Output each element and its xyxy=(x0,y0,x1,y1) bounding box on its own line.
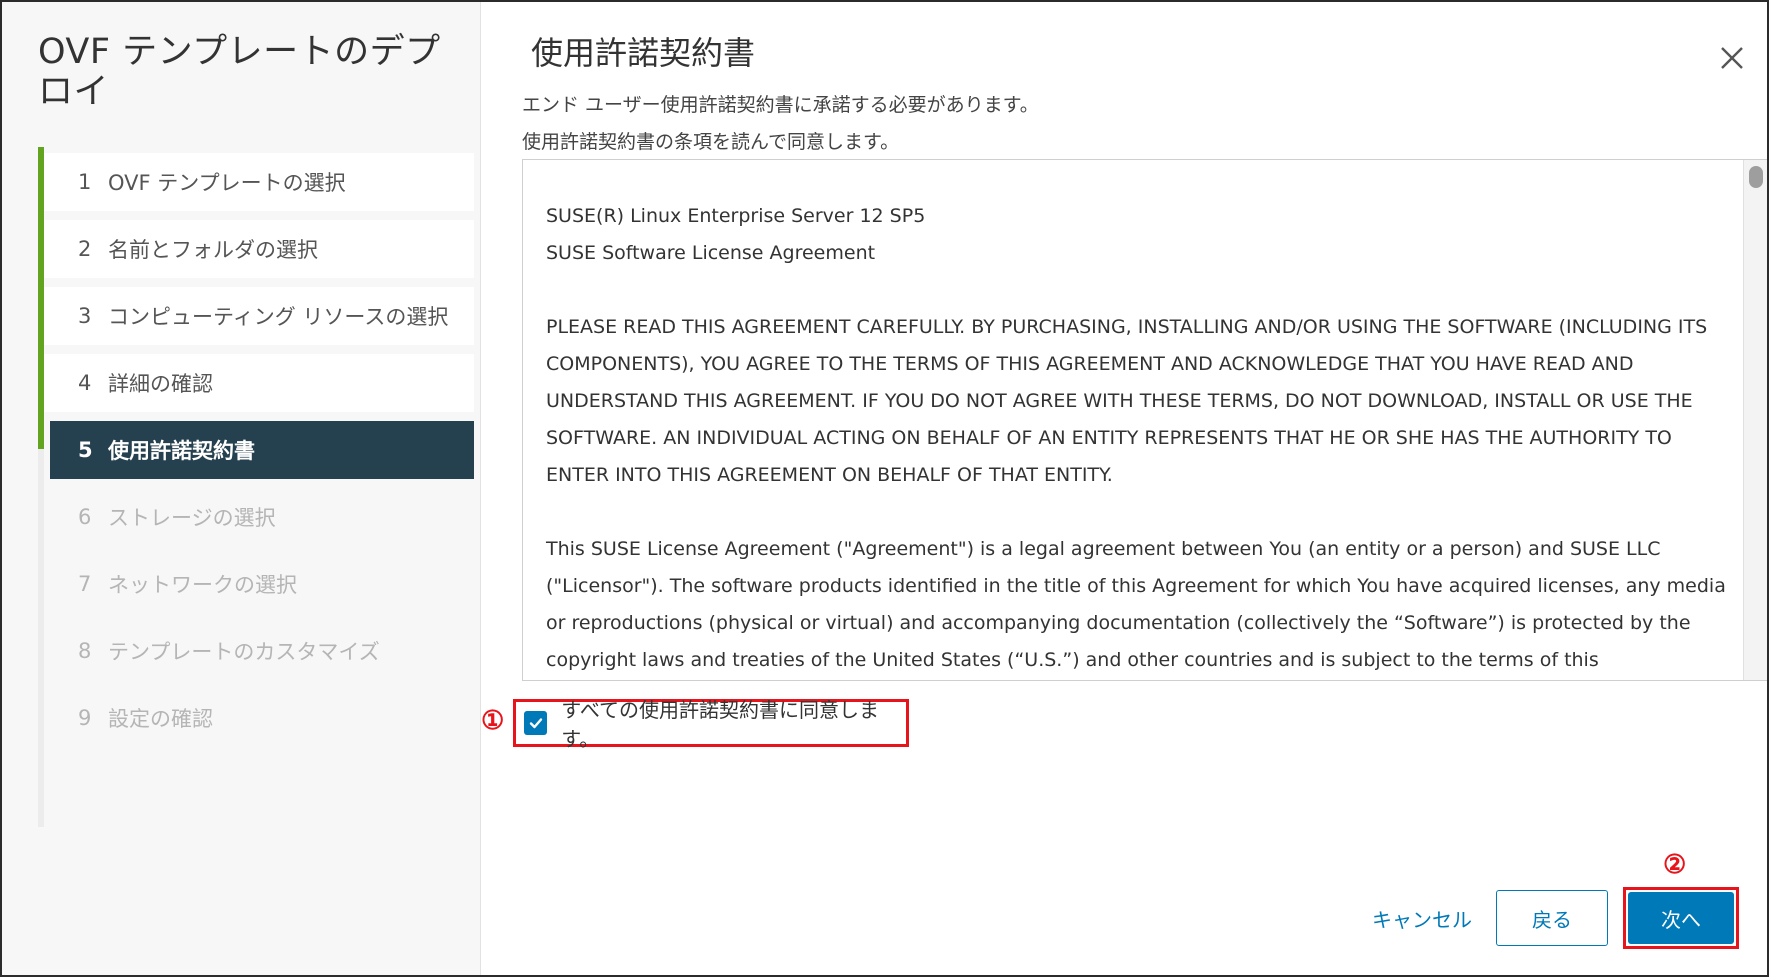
step-label: 詳細の確認 xyxy=(108,372,213,396)
back-button[interactable]: 戻る xyxy=(1496,890,1608,946)
step-number: 4 xyxy=(78,371,92,395)
step-label: OVF テンプレートの選択 xyxy=(108,171,346,195)
next-button-highlight: 次へ xyxy=(1623,887,1739,949)
intro-line-2: 使用許諾契約書の条項を読んで同意します。 xyxy=(522,131,900,153)
annotation-marker-2: ② xyxy=(1663,850,1687,880)
checkbox-checked-icon[interactable] xyxy=(524,711,548,735)
step-label: テンプレートのカスタマイズ xyxy=(108,640,380,664)
step-number: 7 xyxy=(78,572,92,596)
step-number: 5 xyxy=(78,438,93,462)
page-title: 使用許諾契約書 xyxy=(531,34,756,72)
close-button[interactable] xyxy=(1714,40,1750,76)
step-label: 使用許諾契約書 xyxy=(108,439,255,463)
step-number: 3 xyxy=(78,304,92,328)
step-label: 設定の確認 xyxy=(108,707,213,731)
step-3-compute-resource[interactable]: 3 コンピューティング リソースの選択 xyxy=(44,287,474,345)
accept-all-agreements-label: すべての使用許諾契約書に同意します。 xyxy=(561,698,880,751)
step-label: 名前とフォルダの選択 xyxy=(108,238,318,262)
step-7-select-network: 7 ネットワークの選択 xyxy=(44,555,474,613)
wizard-sidebar: OVF テンプレートのデプロイ 1 OVF テンプレートの選択 2 名前とフォル… xyxy=(2,2,481,975)
annotation-marker-1: ① xyxy=(481,706,505,736)
step-4-review-details[interactable]: 4 詳細の確認 xyxy=(44,354,474,412)
step-6-select-storage: 6 ストレージの選択 xyxy=(44,488,474,546)
step-8-customize-template: 8 テンプレートのカスタマイズ xyxy=(44,622,474,680)
cancel-button[interactable]: キャンセル xyxy=(1357,890,1487,946)
step-9-review-settings: 9 設定の確認 xyxy=(44,689,474,747)
deploy-ovf-dialog: OVF テンプレートのデプロイ 1 OVF テンプレートの選択 2 名前とフォル… xyxy=(0,0,1769,977)
next-button[interactable]: 次へ xyxy=(1628,892,1734,944)
step-list: 1 OVF テンプレートの選択 2 名前とフォルダの選択 3 コンピューティング… xyxy=(38,147,480,827)
license-title-line: SUSE Software License Agreement xyxy=(546,242,876,264)
scroll-thumb[interactable] xyxy=(1749,166,1763,188)
license-text-box[interactable]: SUSE(R) Linux Enterprise Server 12 SP5 S… xyxy=(522,159,1767,681)
step-number: 6 xyxy=(78,505,92,529)
step-1-select-template[interactable]: 1 OVF テンプレートの選択 xyxy=(44,153,474,211)
license-scrollbar[interactable] xyxy=(1743,160,1767,680)
license-product-line: SUSE(R) Linux Enterprise Server 12 SP5 xyxy=(546,205,926,227)
checkmark-icon xyxy=(529,718,542,729)
step-number: 9 xyxy=(78,706,92,730)
step-number: 1 xyxy=(78,170,92,194)
intro-line-1: エンド ユーザー使用許諾契約書に承諾する必要があります。 xyxy=(522,94,1039,116)
license-text: SUSE(R) Linux Enterprise Server 12 SP5 S… xyxy=(546,198,1736,680)
step-5-license-agreement[interactable]: 5 使用許諾契約書 xyxy=(50,421,474,479)
close-icon xyxy=(1721,47,1743,69)
step-label: ネットワークの選択 xyxy=(108,573,297,597)
step-number: 2 xyxy=(78,237,92,261)
wizard-title: OVF テンプレートのデプロイ xyxy=(38,32,441,112)
step-label: ストレージの選択 xyxy=(108,506,276,530)
step-label: コンピューティング リソースの選択 xyxy=(108,305,449,329)
intro-text: エンド ユーザー使用許諾契約書に承諾する必要があります。 使用許諾契約書の条項を… xyxy=(522,87,1039,161)
step-2-name-folder[interactable]: 2 名前とフォルダの選択 xyxy=(44,220,474,278)
license-paragraph: PLEASE READ THIS AGREEMENT CAREFULLY. BY… xyxy=(546,316,1708,486)
accept-all-agreements-checkbox[interactable]: すべての使用許諾契約書に同意します。 xyxy=(513,698,909,751)
step-number: 8 xyxy=(78,639,92,663)
license-paragraph: This SUSE License Agreement ("Agreement"… xyxy=(546,538,1726,671)
